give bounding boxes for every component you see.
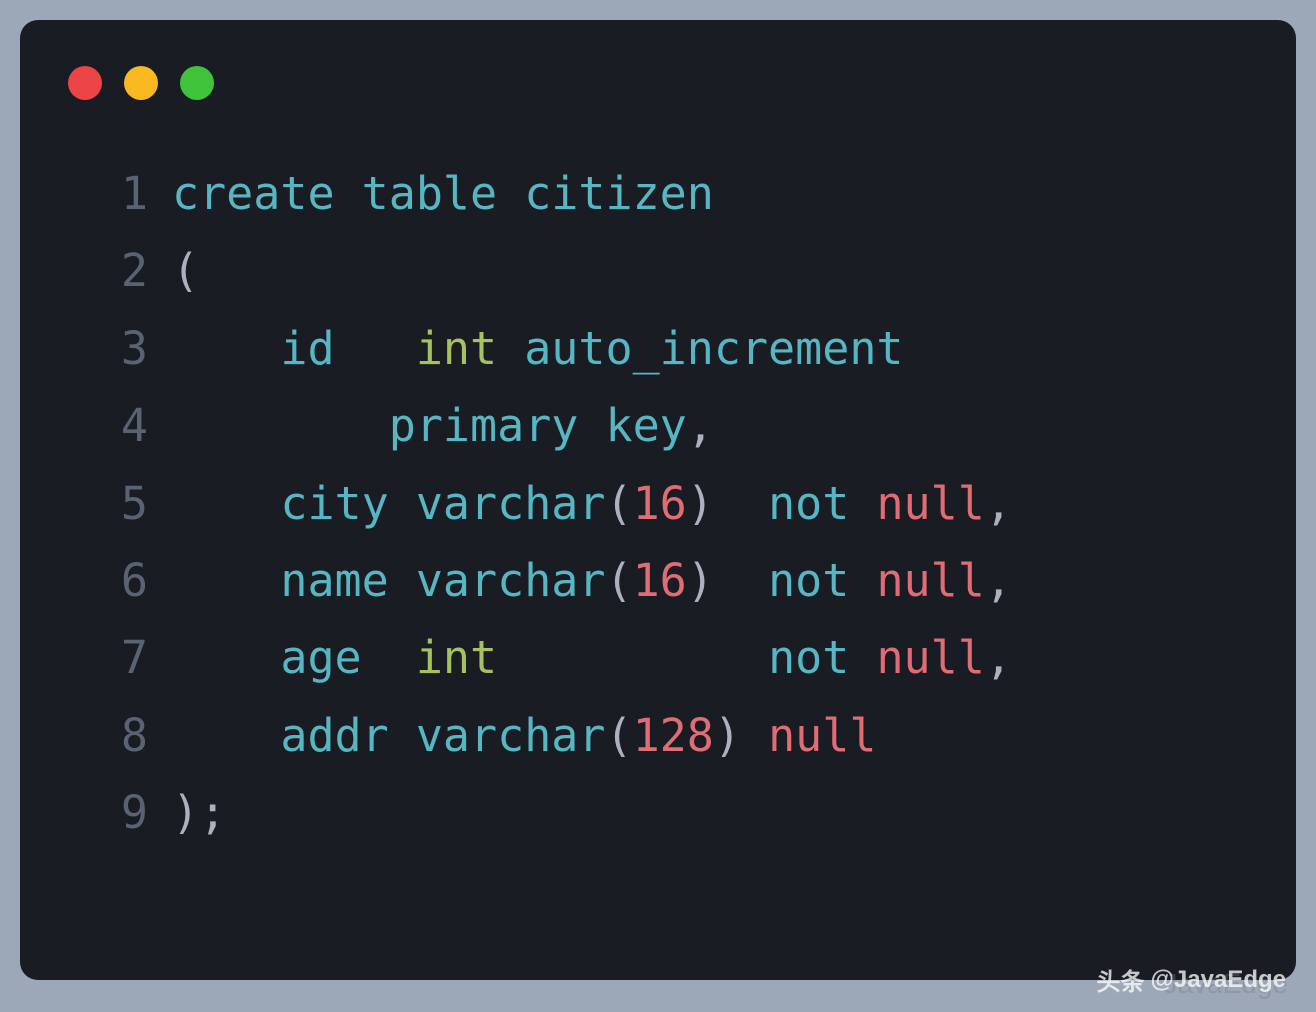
code-token: not <box>768 631 849 684</box>
line-number: 5 <box>100 465 148 542</box>
code-token: null <box>768 709 876 762</box>
line-content: addr varchar(128) null <box>172 697 876 774</box>
code-token: ; <box>199 786 226 839</box>
watermark-handle: @JavaEdge <box>1151 966 1286 994</box>
code-line: 8 addr varchar(128) null <box>100 697 1256 774</box>
line-number: 7 <box>100 619 148 696</box>
code-token: 128 <box>633 709 714 762</box>
code-token: table <box>362 167 497 220</box>
line-content: city varchar(16) not null, <box>172 465 1012 542</box>
code-token: ( <box>606 709 633 762</box>
code-token <box>335 167 362 220</box>
code-token: varchar <box>416 709 606 762</box>
code-token: int <box>416 322 497 375</box>
watermark: 头条 @JavaEdge <box>1097 962 1286 997</box>
code-token <box>172 322 280 375</box>
code-token: 16 <box>633 554 687 607</box>
code-token: key <box>606 399 687 452</box>
line-number: 6 <box>100 542 148 619</box>
code-token <box>497 167 524 220</box>
code-token: null <box>876 477 984 530</box>
line-content: create table citizen <box>172 155 714 232</box>
line-content: age int not null, <box>172 619 1012 696</box>
code-line: 6 name varchar(16) not null, <box>100 542 1256 619</box>
code-line: 4 primary key, <box>100 387 1256 464</box>
line-number: 3 <box>100 310 148 387</box>
code-token <box>497 631 768 684</box>
code-line: 2( <box>100 232 1256 309</box>
code-token: ( <box>606 477 633 530</box>
code-token <box>849 477 876 530</box>
code-token <box>335 322 416 375</box>
maximize-icon[interactable] <box>180 66 214 100</box>
code-token: create <box>172 167 335 220</box>
code-token: varchar <box>416 477 606 530</box>
line-content: ( <box>172 232 199 309</box>
code-token: ) <box>687 554 714 607</box>
code-token <box>849 631 876 684</box>
code-token: auto_increment <box>524 322 903 375</box>
code-line: 3 id int auto_increment <box>100 310 1256 387</box>
code-token <box>172 631 280 684</box>
code-token: not <box>768 554 849 607</box>
code-token <box>362 631 416 684</box>
code-token: ) <box>714 709 741 762</box>
code-token: int <box>416 631 497 684</box>
code-token: , <box>985 554 1012 607</box>
code-token: primary <box>389 399 579 452</box>
line-content: ); <box>172 774 226 851</box>
code-token: ( <box>606 554 633 607</box>
code-line: 1 create table citizen <box>100 155 1256 232</box>
code-token <box>578 399 605 452</box>
line-content: id int auto_increment <box>172 310 904 387</box>
line-number: 4 <box>100 387 148 464</box>
terminal-window: 1create table citizen2(3 id int auto_inc… <box>20 20 1296 980</box>
minimize-icon[interactable] <box>124 66 158 100</box>
code-token: , <box>687 399 714 452</box>
code-token <box>172 554 280 607</box>
code-token <box>389 709 416 762</box>
code-token: ) <box>172 786 199 839</box>
code-block: 1create table citizen2(3 id int auto_inc… <box>60 155 1256 852</box>
code-token <box>389 477 416 530</box>
traffic-lights <box>60 48 1256 155</box>
code-token: addr <box>280 709 388 762</box>
code-token: , <box>985 477 1012 530</box>
line-content: primary key, <box>172 387 714 464</box>
code-token: ( <box>172 244 199 297</box>
code-token: ) <box>687 477 714 530</box>
code-token: null <box>876 554 984 607</box>
code-token <box>714 477 768 530</box>
code-token: age <box>280 631 361 684</box>
watermark-brand: 头条 <box>1097 962 1145 997</box>
code-token <box>172 709 280 762</box>
line-number: 2 <box>100 232 148 309</box>
code-token: id <box>280 322 334 375</box>
line-number: 8 <box>100 697 148 774</box>
code-token <box>714 554 768 607</box>
code-token <box>389 554 416 607</box>
code-token: citizen <box>524 167 714 220</box>
code-token: name <box>280 554 388 607</box>
line-number: 1 <box>100 155 148 232</box>
code-token: varchar <box>416 554 606 607</box>
code-token: 16 <box>633 477 687 530</box>
code-token: city <box>280 477 388 530</box>
code-token: null <box>876 631 984 684</box>
code-line: 5 city varchar(16) not null, <box>100 465 1256 542</box>
code-token <box>849 554 876 607</box>
code-token <box>741 709 768 762</box>
line-content: name varchar(16) not null, <box>172 542 1012 619</box>
code-token <box>497 322 524 375</box>
code-line: 9); <box>100 774 1256 851</box>
code-line: 7 age int not null, <box>100 619 1256 696</box>
close-icon[interactable] <box>68 66 102 100</box>
code-token: , <box>985 631 1012 684</box>
code-token <box>172 399 389 452</box>
code-token: not <box>768 477 849 530</box>
line-number: 9 <box>100 774 148 851</box>
code-token <box>172 477 280 530</box>
